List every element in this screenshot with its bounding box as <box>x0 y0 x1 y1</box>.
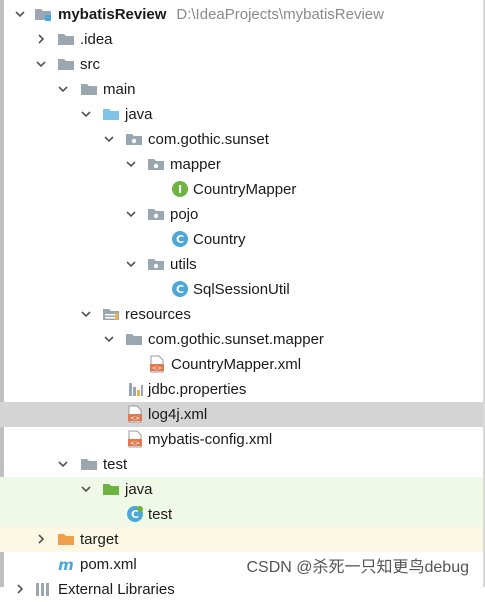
node-label: .idea <box>80 31 113 48</box>
tree-node-jdbc-properties[interactable]: jdbc.properties <box>0 377 483 402</box>
chevron-down-icon[interactable] <box>13 7 27 21</box>
properties-file-icon <box>129 383 143 396</box>
module-folder-icon <box>35 9 51 21</box>
class-icon: C <box>172 281 188 297</box>
watermark: CSDN @杀死一只知更鸟debug <box>246 559 469 576</box>
chevron-down-icon[interactable] <box>56 457 70 471</box>
tree-node-countrymapper-xml[interactable]: <> CountryMapper.xml <box>0 352 483 377</box>
node-label: pojo <box>170 206 199 223</box>
node-label: src <box>80 56 100 73</box>
libraries-icon <box>36 583 49 596</box>
node-label: mybatis-config.xml <box>148 431 273 448</box>
source-folder-icon <box>103 109 119 120</box>
tree-node-resource-package[interactable]: com.gothic.sunset.mapper <box>0 327 483 352</box>
node-label: pom.xml <box>80 556 137 573</box>
chevron-down-icon[interactable] <box>56 82 70 96</box>
chevron-right-icon[interactable] <box>13 582 27 596</box>
svg-text:<>: <> <box>130 415 140 422</box>
node-label: External Libraries <box>58 581 175 598</box>
node-label: SqlSessionUtil <box>193 281 290 298</box>
tree-node-target[interactable]: target <box>0 527 483 552</box>
folder-icon <box>58 59 74 70</box>
node-label: com.gothic.sunset.mapper <box>148 331 324 348</box>
class-icon: C <box>172 231 188 247</box>
svg-text:<>: <> <box>130 440 140 447</box>
tree-node-test-java[interactable]: java <box>0 477 483 502</box>
node-label: jdbc.properties <box>148 381 247 398</box>
chevron-down-icon[interactable] <box>124 257 138 271</box>
test-class-icon: C <box>127 506 143 522</box>
node-label: java <box>125 481 153 498</box>
xml-file-icon: <> <box>150 355 164 373</box>
tree-node-sqlsessionutil[interactable]: C SqlSessionUtil <box>0 277 483 302</box>
svg-text:I: I <box>178 183 182 196</box>
tree-node-idea[interactable]: .idea <box>0 27 483 52</box>
tree-node-test[interactable]: test <box>0 452 483 477</box>
node-label: log4j.xml <box>148 406 208 423</box>
tree-node-pojo[interactable]: pojo <box>0 202 483 227</box>
interface-icon: I <box>172 181 188 197</box>
node-label: resources <box>125 306 191 323</box>
svg-text:m: m <box>58 556 74 573</box>
svg-text:C: C <box>176 233 184 246</box>
chevron-down-icon[interactable] <box>124 207 138 221</box>
chevron-down-icon[interactable] <box>79 307 93 321</box>
tree-node-mybatis-config-xml[interactable]: <> mybatis-config.xml <box>0 427 483 452</box>
tree-node-project-root[interactable]: mybatisReview D:\IdeaProjects\mybatisRevi… <box>0 2 483 27</box>
package-icon <box>148 209 164 220</box>
tree-node-external-libraries[interactable]: External Libraries <box>0 577 483 602</box>
tree-node-test-class[interactable]: C test <box>0 502 483 527</box>
node-label: Country <box>193 231 246 248</box>
folder-icon <box>81 84 97 95</box>
chevron-down-icon[interactable] <box>34 57 48 71</box>
maven-icon: m <box>58 556 74 573</box>
node-label: utils <box>170 256 197 273</box>
chevron-down-icon[interactable] <box>79 482 93 496</box>
chevron-down-icon[interactable] <box>102 132 116 146</box>
node-label: java <box>125 106 153 123</box>
node-label: target <box>80 531 119 548</box>
chevron-down-icon[interactable] <box>124 157 138 171</box>
project-name: mybatisReview D:\IdeaProjects\mybatisRevi… <box>58 6 384 23</box>
package-icon <box>126 134 142 145</box>
node-label: test <box>148 506 173 523</box>
test-source-folder-icon <box>103 484 119 495</box>
xml-file-icon: <> <box>128 430 142 448</box>
chevron-down-icon[interactable] <box>102 332 116 346</box>
svg-text:C: C <box>176 283 184 296</box>
node-label: main <box>103 81 136 98</box>
tree-node-countrymapper[interactable]: I CountryMapper <box>0 177 483 202</box>
folder-icon <box>126 334 142 345</box>
project-tree: mybatisReview D:\IdeaProjects\mybatisRevi… <box>0 0 485 598</box>
tree-node-utils[interactable]: utils <box>0 252 483 277</box>
tree-node-src[interactable]: src <box>0 52 483 77</box>
project-path: D:\IdeaProjects\mybatisReview <box>176 6 384 23</box>
tree-node-country[interactable]: C Country <box>0 227 483 252</box>
tree-node-package[interactable]: com.gothic.sunset <box>0 127 483 152</box>
folder-icon <box>81 459 97 470</box>
resources-folder-icon <box>103 309 119 320</box>
chevron-right-icon[interactable] <box>34 32 48 46</box>
node-label: com.gothic.sunset <box>148 131 269 148</box>
package-icon <box>148 159 164 170</box>
tree-node-resources[interactable]: resources <box>0 302 483 327</box>
tree-node-main[interactable]: main <box>0 77 483 102</box>
excluded-folder-icon <box>58 534 74 545</box>
svg-text:<>: <> <box>152 365 162 372</box>
xml-file-icon: <> <box>128 405 142 423</box>
chevron-down-icon[interactable] <box>79 107 93 121</box>
node-label: CountryMapper.xml <box>171 356 302 373</box>
node-label: CountryMapper <box>193 181 297 198</box>
folder-icon <box>58 34 74 45</box>
node-label: test <box>103 456 128 473</box>
tree-node-mapper[interactable]: mapper <box>0 152 483 177</box>
package-icon <box>148 259 164 270</box>
tree-node-java[interactable]: java <box>0 102 483 127</box>
tree-node-log4j-xml[interactable]: <> log4j.xml <box>0 402 483 427</box>
node-label: mapper <box>170 156 221 173</box>
chevron-right-icon[interactable] <box>34 532 48 546</box>
